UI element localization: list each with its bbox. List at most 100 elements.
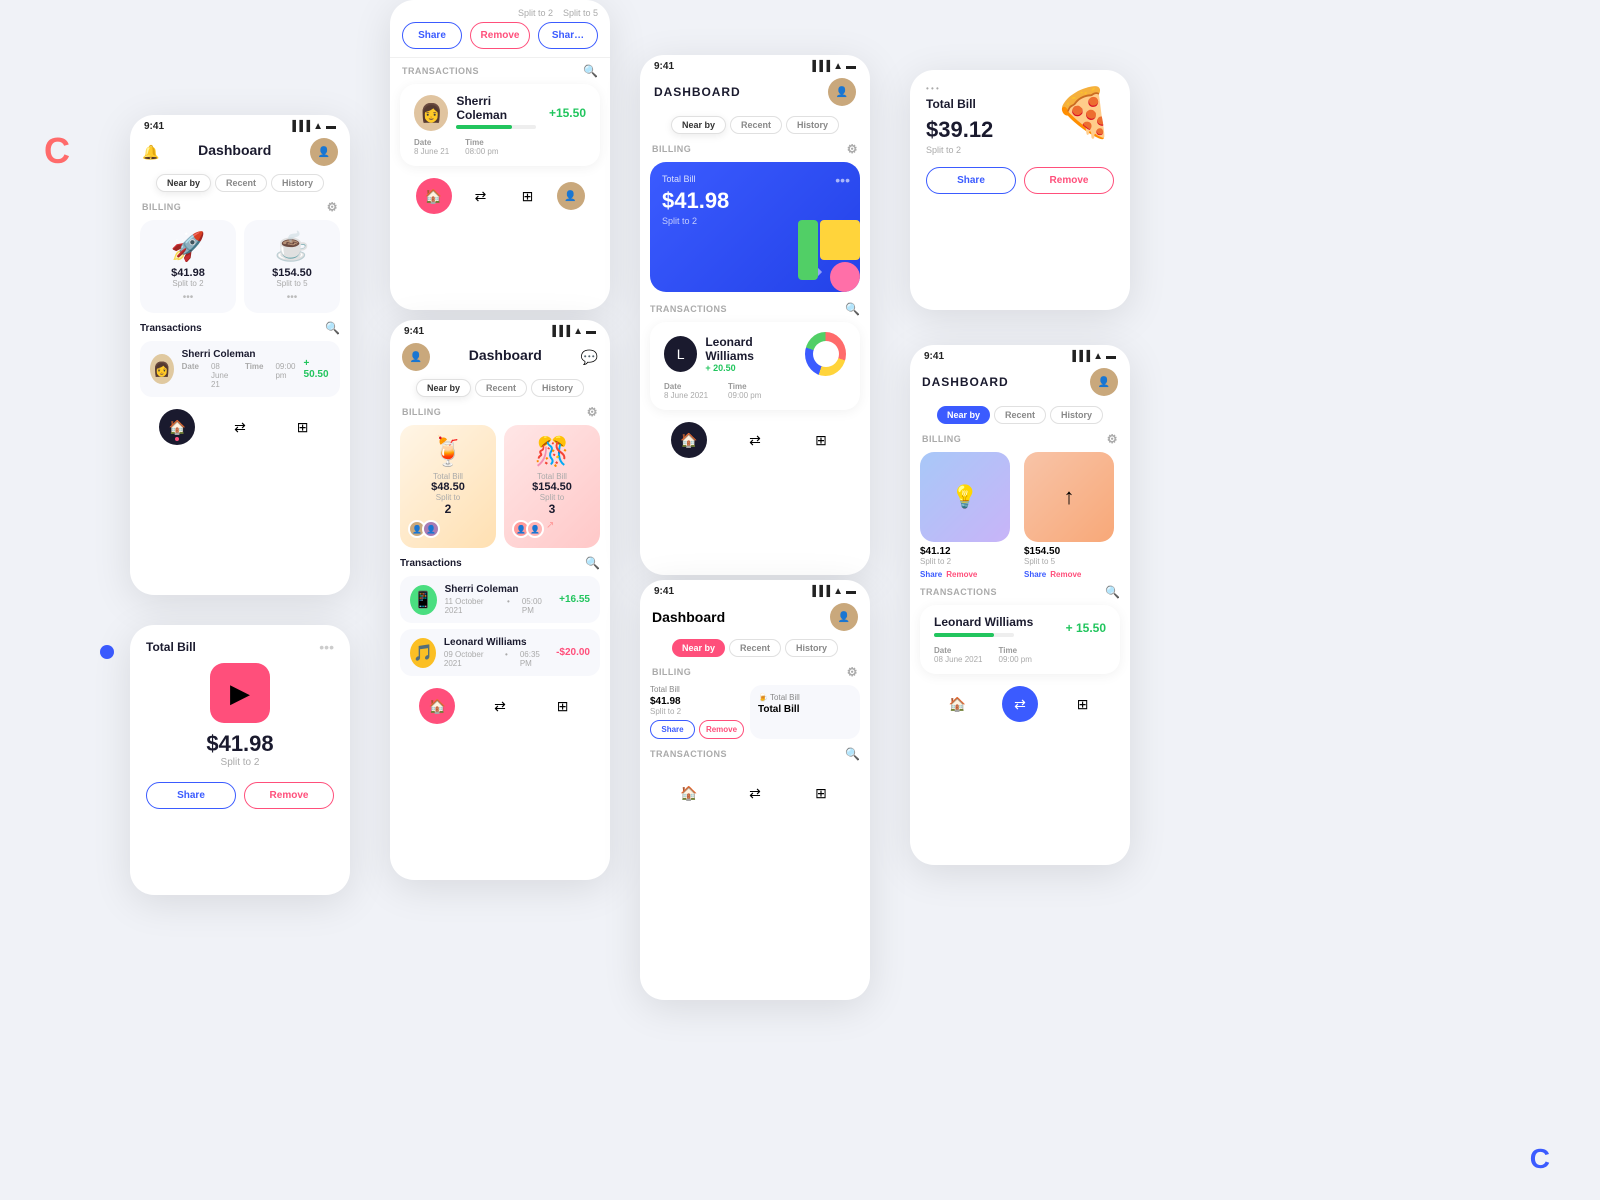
tab-history-6[interactable]: History xyxy=(785,639,838,657)
phone7-actions: Share Remove xyxy=(926,167,1114,194)
nav-grid-btn-1[interactable]: ⊞ xyxy=(285,409,321,445)
remove-button-7[interactable]: Remove xyxy=(1024,167,1114,194)
nav-transfer-btn-6[interactable]: ⇄ xyxy=(737,775,773,811)
bill-split-1a: Split to 2 xyxy=(148,279,228,288)
remove-button-3[interactable]: Remove xyxy=(470,22,530,49)
filter-icon-8[interactable]: ⚙ xyxy=(1107,432,1118,446)
txn-search-5[interactable]: 🔍 xyxy=(845,302,860,316)
txn-amount-1: + 50.50 xyxy=(304,358,330,380)
tab-recent-8[interactable]: Recent xyxy=(994,406,1046,424)
share-8b[interactable]: Share xyxy=(1024,570,1046,579)
txn-title-4: Transactions xyxy=(400,558,462,569)
txn-meta-8: Date08 June 2021 Time09:00 pm xyxy=(934,646,1106,664)
txn-avatar-4b: 🎵 xyxy=(410,638,436,668)
tab-nearby-6[interactable]: Near by xyxy=(672,639,725,657)
txn-meta-4a: 11 October 2021 • 05:00 PM xyxy=(445,597,552,615)
nav-transfer-btn-5[interactable]: ⇄ xyxy=(737,422,773,458)
remove-6a[interactable]: Remove xyxy=(699,720,744,739)
nav-grid-btn-8[interactable]: ⊞ xyxy=(1065,686,1101,722)
filter-icon-1[interactable]: ⚙ xyxy=(327,200,338,214)
txn-search-8[interactable]: 🔍 xyxy=(1105,585,1120,599)
bill-split-8a: Split to 2 xyxy=(920,557,1016,566)
txn-info-4b: Leonard Williams 09 October 2021 • 06:35… xyxy=(444,637,548,668)
bill-amount-8a: $41.12 xyxy=(920,546,1016,557)
nav-home-btn-5[interactable]: 🏠 xyxy=(671,422,707,458)
progress-8 xyxy=(934,633,1014,637)
nav-home-btn-4[interactable]: 🏠 xyxy=(419,688,455,724)
txn-search-6[interactable]: 🔍 xyxy=(845,747,860,761)
nav-home-btn-1[interactable]: 🏠 xyxy=(159,409,195,445)
tab-history-8[interactable]: History xyxy=(1050,406,1103,424)
tab-recent-5[interactable]: Recent xyxy=(730,116,782,134)
bottom-nav-8: 🏠 ⇄ ⊞ xyxy=(910,678,1130,730)
share-button-7[interactable]: Share xyxy=(926,167,1016,194)
split-label-3: Split to 2 Split to 5 xyxy=(402,8,598,18)
remove-button-2[interactable]: Remove xyxy=(244,782,334,809)
avatars-4a: 👤 👤 xyxy=(408,520,488,538)
share-button-3[interactable]: Share xyxy=(402,22,462,49)
nav-grid-btn-3[interactable]: ⊞ xyxy=(510,178,546,214)
donut-chart-5 xyxy=(805,332,846,376)
tab-nearby-5[interactable]: Near by xyxy=(671,116,726,134)
nav-home-btn-6[interactable]: 🏠 xyxy=(671,775,707,811)
share-button-3b[interactable]: Shar… xyxy=(538,22,598,49)
avatar-8: 👤 xyxy=(1090,368,1118,396)
notif-icon-4: 💬 xyxy=(581,349,598,366)
phone-header-6: Dashboard 👤 xyxy=(640,599,870,635)
bell-button-1[interactable]: 🔔 xyxy=(142,144,159,161)
tab-nearby-1[interactable]: Near by xyxy=(156,174,211,192)
canvas: C C 9:41 ▐▐▐ ▲ ▬ 🔔 Dashboard 👤 Near by R… xyxy=(0,0,1600,1200)
tab-recent-6[interactable]: Recent xyxy=(729,639,781,657)
txn-label-5: TRANSACTIONS xyxy=(650,304,727,314)
bill-split-8b: Split to 5 xyxy=(1024,557,1120,566)
txn-name-1: Sherri Coleman xyxy=(182,349,296,360)
share-icon-4b: ↗ xyxy=(546,520,554,538)
bill-card-1b: ☕ $154.50 Split to 5 ••• xyxy=(244,220,340,313)
txn-search-icon-1[interactable]: 🔍 xyxy=(325,321,340,335)
nav-transfer-btn-1[interactable]: ⇄ xyxy=(222,409,258,445)
filter-icon-4[interactable]: ⚙ xyxy=(587,405,598,419)
nav-transfer-btn-4[interactable]: ⇄ xyxy=(482,688,518,724)
txn-section-4: Transactions 🔍 📱 Sherri Coleman 11 Octob… xyxy=(390,556,610,676)
txn-item-4b: 🎵 Leonard Williams 09 October 2021 • 06:… xyxy=(400,629,600,676)
phone7-amount: $39.12 xyxy=(926,117,993,143)
txn-list-4: 📱 Sherri Coleman 11 October 2021 • 05:00… xyxy=(400,576,600,676)
share-button-2[interactable]: Share xyxy=(146,782,236,809)
status-icons-1: ▐▐▐ ▲ ▬ xyxy=(289,121,336,132)
bill-label-6b: 🍺 Total Bill xyxy=(758,693,852,702)
nav-grid-btn-6[interactable]: ⊞ xyxy=(803,775,839,811)
nav-grid-btn-4[interactable]: ⊞ xyxy=(545,688,581,724)
tab-nearby-8[interactable]: Near by xyxy=(937,406,990,424)
sherri-date-3: Date8 June 21 xyxy=(414,138,449,156)
tab-history-1[interactable]: History xyxy=(271,174,324,192)
txn-date-1: 08 June 21 xyxy=(211,362,233,389)
nav-transfer-btn-3[interactable]: ⇄ xyxy=(463,178,499,214)
remove-8b[interactable]: Remove xyxy=(1050,570,1081,579)
tab-history-4[interactable]: History xyxy=(531,379,584,397)
txn-date-5: Date8 June 2021 xyxy=(664,382,708,400)
tab-recent-1[interactable]: Recent xyxy=(215,174,267,192)
txn-search-4[interactable]: 🔍 xyxy=(585,556,600,570)
filter-icon-5[interactable]: ⚙ xyxy=(847,142,858,156)
filter-icon-6[interactable]: ⚙ xyxy=(847,665,858,679)
nav-transfer-btn-8[interactable]: ⇄ xyxy=(1002,686,1038,722)
share-6a[interactable]: Share xyxy=(650,720,695,739)
txn-search-3[interactable]: 🔍 xyxy=(583,64,598,78)
nav-home-btn-8[interactable]: 🏠 xyxy=(939,686,975,722)
bill-dots-1a[interactable]: ••• xyxy=(148,292,228,303)
remove-8a[interactable]: Remove xyxy=(946,570,977,579)
status-bar-4: 9:41 ▐▐▐ ▲ ▬ xyxy=(390,320,610,339)
bill-split-6a: Split to 2 xyxy=(650,707,744,716)
tab-recent-4[interactable]: Recent xyxy=(475,379,527,397)
txn-item-1: 👩 Sherri Coleman Date 08 June 21 Time 09… xyxy=(140,341,340,397)
nav-grid-btn-5[interactable]: ⊞ xyxy=(803,422,839,458)
action-row-3: Share Remove Shar… xyxy=(402,22,598,49)
bill-dots-1b[interactable]: ••• xyxy=(252,292,332,303)
nav-home-btn-3[interactable]: 🏠 xyxy=(416,178,452,214)
status-bar-8: 9:41 ▐▐▐ ▲ ▬ xyxy=(910,345,1130,364)
tab-nearby-4[interactable]: Near by xyxy=(416,379,471,397)
tab-history-5[interactable]: History xyxy=(786,116,839,134)
share-8a[interactable]: Share xyxy=(920,570,942,579)
bill-card-8a: 💡 $41.12 Split to 2 Share Remove xyxy=(920,452,1016,579)
total-bill-dots-2[interactable]: ••• xyxy=(319,639,334,655)
